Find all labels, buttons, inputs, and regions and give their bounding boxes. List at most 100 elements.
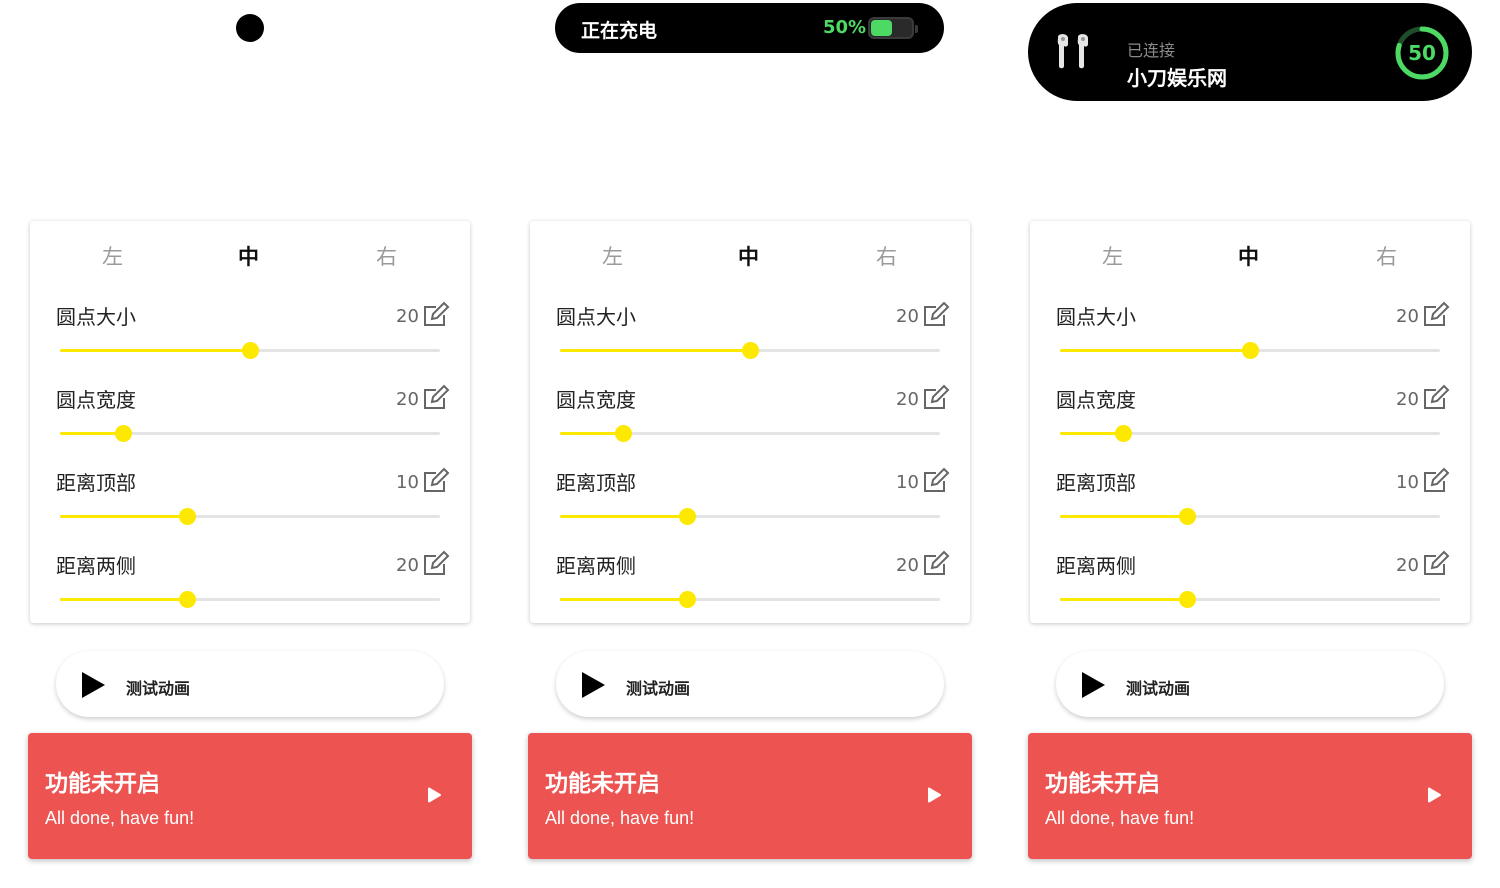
slider-fill <box>560 349 750 352</box>
slider-top-distance[interactable] <box>560 508 940 525</box>
slider-side-distance[interactable] <box>60 591 440 608</box>
status-title: 功能未开启 <box>45 771 160 797</box>
slider-dot-width[interactable] <box>560 425 940 442</box>
edit-icon[interactable] <box>1422 384 1450 412</box>
slider-fill <box>560 598 687 601</box>
slider-thumb[interactable] <box>678 508 696 525</box>
slider-side-distance[interactable] <box>1060 591 1440 608</box>
play-icon <box>82 672 105 698</box>
battery-nub <box>915 25 918 33</box>
test-animation-button[interactable]: 测试动画 <box>556 651 944 717</box>
status-title: 功能未开启 <box>545 771 660 797</box>
status-subtitle: All done, have fun! <box>545 808 695 828</box>
tab-center[interactable]: 中 <box>238 241 259 271</box>
slider-dot-size[interactable] <box>560 342 940 359</box>
setting-dot-size: 圆点大小 20 <box>30 301 470 384</box>
setting-side-distance: 距离两侧 20 <box>1030 550 1470 633</box>
play-icon <box>1082 672 1105 698</box>
setting-label: 距离顶部 <box>56 471 136 495</box>
edit-icon[interactable] <box>922 301 950 329</box>
tab-center[interactable]: 中 <box>1238 241 1259 271</box>
slider-thumb[interactable] <box>1178 508 1196 525</box>
slider-thumb[interactable] <box>615 425 633 442</box>
battery-icon <box>868 17 918 39</box>
feature-status-card[interactable]: 功能未开启 All done, have fun! <box>1028 733 1472 859</box>
device-name: 小刀娱乐网 <box>1127 66 1227 90</box>
test-animation-label: 测试动画 <box>1126 679 1191 698</box>
slider-top-distance[interactable] <box>60 508 440 525</box>
slider-thumb[interactable] <box>115 425 133 442</box>
charging-island-preview: 正在充电 50% <box>555 3 944 53</box>
edit-icon[interactable] <box>422 301 450 329</box>
setting-dot-width: 圆点宽度 20 <box>30 384 470 467</box>
earbuds-icon <box>1057 34 1088 69</box>
slider-side-distance[interactable] <box>560 591 940 608</box>
slider-dot-width[interactable] <box>60 425 440 442</box>
battery-ring-value: 50 <box>1408 41 1436 65</box>
test-animation-button[interactable]: 测试动画 <box>56 651 444 717</box>
tab-right[interactable]: 右 <box>1376 241 1397 271</box>
edit-icon[interactable] <box>922 384 950 412</box>
slider-dot-size[interactable] <box>60 342 440 359</box>
setting-value: 20 <box>896 389 919 410</box>
test-animation-button[interactable]: 测试动画 <box>1056 651 1444 717</box>
setting-top-distance: 距离顶部 10 <box>530 467 970 550</box>
slider-top-distance[interactable] <box>1060 508 1440 525</box>
status-subtitle: All done, have fun! <box>1045 808 1195 828</box>
slider-thumb[interactable] <box>242 342 259 359</box>
feature-status-card[interactable]: 功能未开启 All done, have fun! <box>528 733 972 859</box>
setting-value: 10 <box>896 472 919 493</box>
setting-dot-size: 圆点大小 20 <box>1030 301 1470 384</box>
setting-label: 圆点宽度 <box>56 388 136 412</box>
arrow-right-icon <box>428 787 441 803</box>
test-animation-label: 测试动画 <box>626 679 691 698</box>
feature-status-card[interactable]: 功能未开启 All done, have fun! <box>28 733 472 859</box>
setting-value: 20 <box>896 306 919 327</box>
setting-value: 20 <box>1396 306 1419 327</box>
test-animation-label: 测试动画 <box>126 679 191 698</box>
setting-label: 距离两侧 <box>56 554 136 578</box>
setting-label: 圆点大小 <box>556 305 636 329</box>
slider-dot-width[interactable] <box>1060 425 1440 442</box>
setting-value: 20 <box>1396 555 1419 576</box>
setting-label: 圆点大小 <box>1056 305 1136 329</box>
edit-icon[interactable] <box>422 467 450 495</box>
slider-fill <box>1060 432 1124 435</box>
setting-value: 20 <box>396 389 419 410</box>
slider-thumb[interactable] <box>178 591 196 608</box>
settings-card: 左 中 右 圆点大小 20 圆点宽度 20 距离顶部 10 距离两侧 20 <box>1030 221 1470 623</box>
edit-icon[interactable] <box>422 550 450 578</box>
tab-right[interactable]: 右 <box>876 241 897 271</box>
slider-fill <box>60 432 124 435</box>
edit-icon[interactable] <box>1422 301 1450 329</box>
edit-icon[interactable] <box>422 384 450 412</box>
slider-fill <box>60 515 187 518</box>
edit-icon[interactable] <box>922 550 950 578</box>
tab-right[interactable]: 右 <box>376 241 397 271</box>
column-dot-style: 左 中 右 圆点大小 20 圆点宽度 20 距离顶部 10 距离两侧 20 测试… <box>28 0 472 888</box>
tab-left[interactable]: 左 <box>1102 241 1123 271</box>
setting-label: 距离两侧 <box>556 554 636 578</box>
slider-thumb[interactable] <box>178 508 196 525</box>
slider-thumb[interactable] <box>678 591 696 608</box>
column-charging-style: 正在充电 50% 左 中 右 圆点大小 20 圆点宽度 20 距离顶部 10 距… <box>528 0 972 888</box>
setting-value: 20 <box>396 555 419 576</box>
edit-icon[interactable] <box>1422 550 1450 578</box>
tab-left[interactable]: 左 <box>602 241 623 271</box>
edit-icon[interactable] <box>1422 467 1450 495</box>
slider-thumb[interactable] <box>1115 425 1133 442</box>
slider-thumb[interactable] <box>742 342 759 359</box>
play-icon <box>582 672 605 698</box>
position-tabs: 左 中 右 <box>530 241 970 271</box>
slider-dot-size[interactable] <box>1060 342 1440 359</box>
tab-center[interactable]: 中 <box>738 241 759 271</box>
setting-label: 距离两侧 <box>1056 554 1136 578</box>
setting-value: 20 <box>396 306 419 327</box>
slider-thumb[interactable] <box>1178 591 1196 608</box>
setting-value: 10 <box>1396 472 1419 493</box>
slider-thumb[interactable] <box>1242 342 1259 359</box>
edit-icon[interactable] <box>922 467 950 495</box>
charging-percent: 50% <box>823 17 867 38</box>
tab-left[interactable]: 左 <box>102 241 123 271</box>
setting-label: 距离顶部 <box>1056 471 1136 495</box>
